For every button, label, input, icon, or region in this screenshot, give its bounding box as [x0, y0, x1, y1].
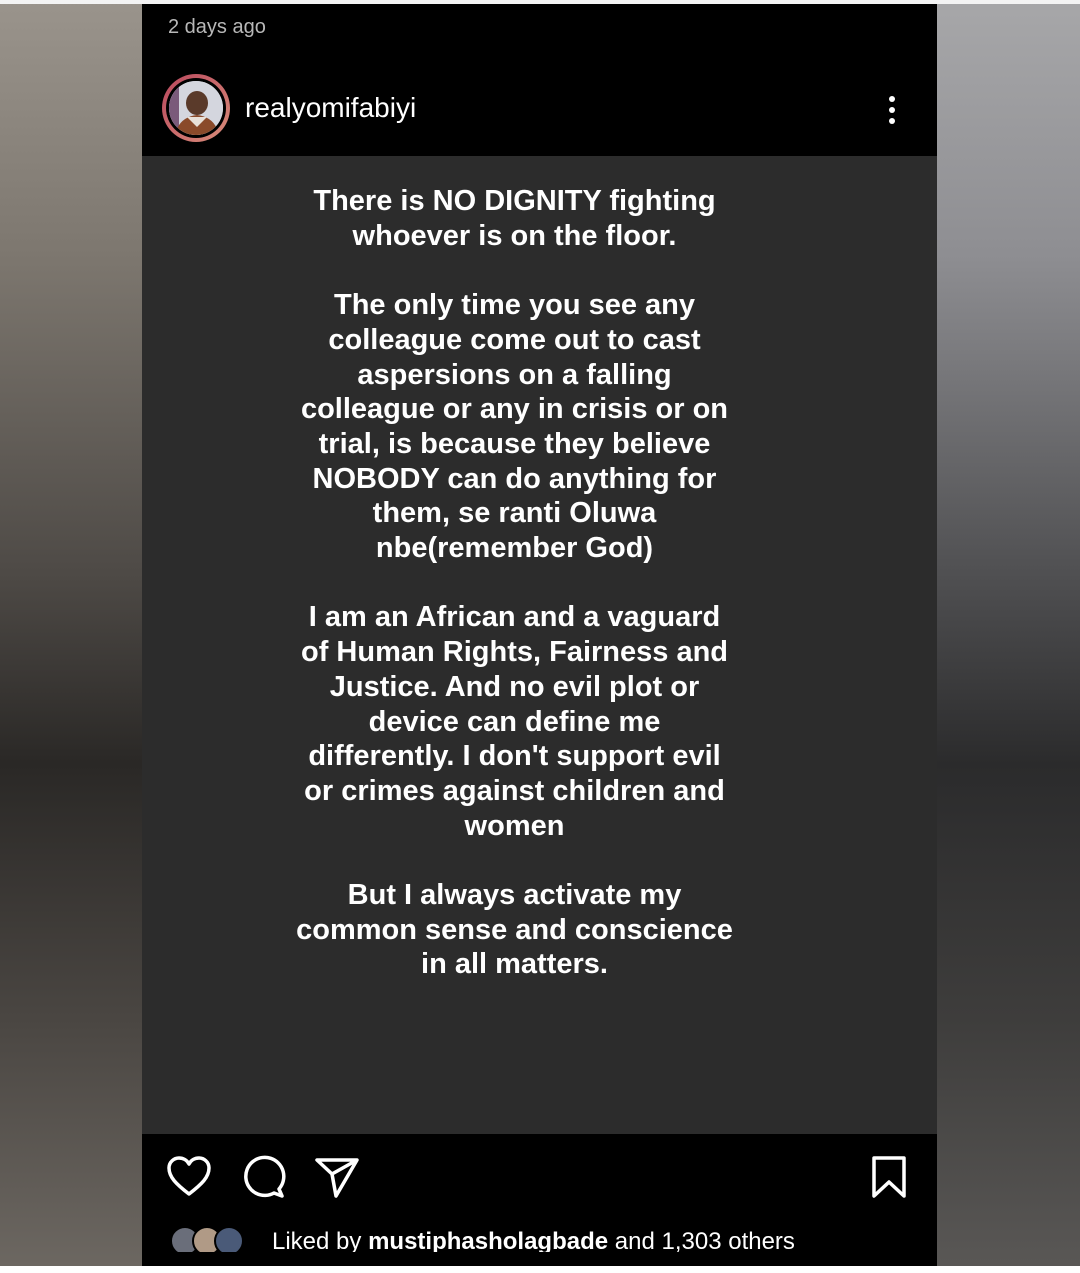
comment-icon[interactable]	[240, 1154, 286, 1200]
bookmark-icon[interactable]	[866, 1154, 912, 1200]
post-actions: Liked by mustiphasholagbade and 1,303 ot…	[142, 1134, 937, 1266]
bottom-border	[0, 1266, 1080, 1273]
share-icon[interactable]	[314, 1154, 360, 1200]
more-vertical-icon[interactable]	[882, 92, 902, 128]
profile-avatar[interactable]	[162, 74, 230, 142]
phone-screen: 2 days ago realyomifabiyi There is NO DI…	[142, 4, 937, 1266]
post-content: There is NO DIGNITY fighting whoever is …	[142, 156, 937, 1134]
heart-icon[interactable]	[166, 1154, 212, 1200]
avatar-image	[169, 81, 223, 135]
blurred-background-right	[937, 0, 1080, 1273]
likes-summary[interactable]: Liked by mustiphasholagbade and 1,303 ot…	[170, 1226, 910, 1252]
post-header: realyomifabiyi	[142, 64, 937, 156]
post-paragraph: The only time you see any colleague come…	[300, 289, 729, 565]
likes-text: Liked by mustiphasholagbade and 1,303 ot…	[272, 1228, 795, 1252]
post-timestamp: 2 days ago	[168, 16, 266, 38]
liker-avatar	[214, 1226, 244, 1252]
post-paragraph: There is NO DIGNITY fighting whoever is …	[313, 185, 716, 252]
post-text: There is NO DIGNITY fighting whoever is …	[292, 184, 737, 982]
post-paragraph: I am an African and a vaguard of Human R…	[301, 601, 728, 842]
liker-username[interactable]: mustiphasholagbade	[368, 1228, 608, 1252]
blurred-background-left	[0, 0, 142, 1273]
username[interactable]: realyomifabiyi	[245, 92, 416, 124]
post-paragraph: But I always activate my common sense an…	[296, 879, 733, 981]
